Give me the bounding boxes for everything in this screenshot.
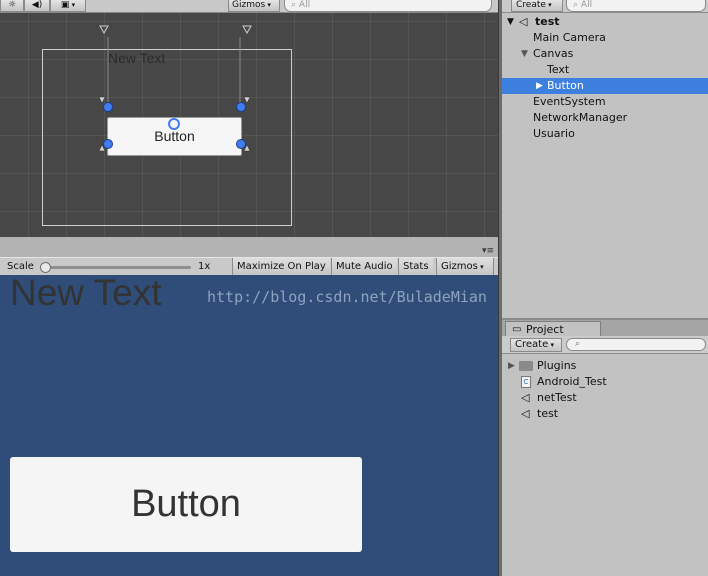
resize-handle-top-right[interactable]: [236, 102, 246, 112]
hierarchy-scene-name: test: [535, 15, 560, 28]
project-item-test[interactable]: ◁ test: [502, 406, 708, 422]
rect-transform-handles: [98, 96, 251, 152]
game-canvas-text: New Text: [10, 275, 162, 313]
project-item-label: Plugins: [537, 359, 577, 372]
hierarchy-create-label: Create: [516, 0, 546, 10]
project-item-nettest[interactable]: ◁ netTest: [502, 390, 708, 406]
search-icon: ⌕: [573, 0, 579, 10]
stats-label: Stats: [403, 261, 429, 272]
expand-arrow-icon[interactable]: ▼: [507, 14, 514, 30]
project-item-android-test[interactable]: C Android_Test: [502, 374, 708, 390]
unity-scene-icon: ◁: [521, 407, 530, 420]
resize-handle-bottom-left[interactable]: [103, 139, 113, 149]
speaker-icon: ◀): [31, 0, 43, 10]
project-tab-label: Project: [526, 323, 564, 336]
hierarchy-search-placeholder: All: [580, 0, 593, 10]
scene-audio-toggle[interactable]: ◀): [24, 0, 50, 12]
project-create-label: Create: [515, 339, 549, 350]
hierarchy-item-label: EventSystem: [533, 95, 606, 108]
sun-icon: ☼: [7, 0, 17, 10]
mute-audio-label: Mute Audio: [336, 261, 393, 272]
scale-slider-thumb[interactable]: [40, 262, 51, 273]
maximize-on-play-toggle[interactable]: Maximize On Play: [232, 258, 330, 275]
project-create-dropdown[interactable]: Create ▾: [510, 338, 562, 352]
game-button[interactable]: Button: [10, 457, 362, 552]
hierarchy-item-label: NetworkManager: [533, 111, 628, 124]
search-icon: ⌕: [575, 339, 581, 349]
hierarchy-panel: Create ▾ ⌕ All ▼ ◁ test Main Camera ▼ Ca…: [502, 0, 708, 318]
expand-arrow-icon[interactable]: ▶: [508, 358, 515, 374]
hierarchy-item-label: Usuario: [533, 127, 575, 140]
chevron-down-icon: ▾: [545, 1, 552, 9]
hierarchy-item-label: Main Camera: [533, 31, 606, 44]
tab-project[interactable]: ▭ Project: [505, 321, 601, 337]
resize-handle-top-left[interactable]: [103, 102, 113, 112]
chevron-down-icon: ▾: [477, 263, 484, 271]
project-search-input[interactable]: ⌕: [566, 338, 706, 351]
hierarchy-search-input[interactable]: ⌕ All: [566, 0, 706, 12]
hierarchy-item-label: Text: [547, 63, 570, 76]
game-toolbar: Scale 1x Maximize On Play Mute Audio Sta…: [0, 257, 498, 276]
project-item-plugins[interactable]: ▶ Plugins: [502, 358, 708, 374]
maximize-on-play-label: Maximize On Play: [237, 261, 326, 272]
scale-slider-track[interactable]: [41, 266, 191, 269]
scene-search-placeholder: All: [298, 0, 311, 10]
project-item-label: Android_Test: [537, 375, 607, 388]
project-item-label: test: [537, 407, 559, 420]
hierarchy-scene-row[interactable]: ▼ ◁ test: [502, 14, 708, 30]
search-icon: ⌕: [291, 0, 297, 10]
project-toolbar: Create ▾ ⌕: [502, 336, 708, 354]
scene-lighting-toggle[interactable]: ☼: [0, 0, 24, 12]
scene-toolbar: ☼ ◀) ▣ ▾ Gizmos ▾ ⌕ All: [0, 0, 498, 13]
hierarchy-item-text[interactable]: Text: [502, 62, 708, 78]
hierarchy-item-canvas[interactable]: ▼ Canvas: [502, 46, 708, 62]
chevron-down-icon: ▾: [548, 341, 554, 349]
scene-gizmos-dropdown[interactable]: Gizmos ▾: [228, 0, 280, 12]
game-view[interactable]: New Text http://blog.csdn.net/BuladeMian…: [0, 275, 498, 576]
stats-toggle[interactable]: Stats: [398, 258, 433, 275]
chevron-down-icon: ▾: [265, 1, 271, 9]
hierarchy-item-label: Canvas: [533, 47, 574, 60]
scene-gizmos-label: Gizmos: [232, 0, 266, 10]
hierarchy-item-networkmanager[interactable]: NetworkManager: [502, 110, 708, 126]
project-item-label: netTest: [537, 391, 577, 404]
hierarchy-item-eventsystem[interactable]: EventSystem: [502, 94, 708, 110]
hierarchy-toolbar: Create ▾ ⌕ All: [502, 0, 708, 13]
hierarchy-item-button[interactable]: ▶ Button: [502, 78, 708, 94]
hierarchy-item-usuario[interactable]: Usuario: [502, 126, 708, 142]
hierarchy-create-dropdown[interactable]: Create ▾: [511, 0, 563, 12]
game-button-label: Button: [131, 483, 241, 525]
game-gizmos-label: Gizmos: [441, 261, 478, 272]
scene-view[interactable]: New Text Button: [0, 13, 498, 237]
panel-menu-icon[interactable]: ▾≡: [482, 246, 494, 256]
scene-search-input[interactable]: ⌕ All: [284, 0, 492, 12]
collapse-arrow-icon[interactable]: ▶: [536, 78, 543, 94]
watermark-text: http://blog.csdn.net/BuladeMian: [207, 288, 487, 306]
csharp-script-icon: C: [521, 376, 531, 388]
resize-handle-bottom-right[interactable]: [236, 139, 246, 149]
folder-icon: ▭: [512, 324, 522, 335]
chevron-down-icon: ▾: [69, 1, 76, 9]
project-tab-bar: ▭ Project: [502, 320, 708, 337]
unity-scene-icon: ◁: [519, 15, 528, 28]
unity-scene-icon: ◁: [521, 391, 530, 404]
panel-divider: ▾≡: [0, 237, 498, 257]
scale-label: Scale: [7, 261, 34, 272]
hierarchy-item-label: Button: [547, 79, 584, 92]
game-gizmos-dropdown[interactable]: Gizmos ▾: [436, 258, 494, 275]
expand-arrow-icon[interactable]: ▼: [521, 46, 528, 62]
hierarchy-item-main-camera[interactable]: Main Camera: [502, 30, 708, 46]
folder-icon: [519, 361, 533, 371]
project-panel: ▭ Project Create ▾ ⌕ ▶ Plugins C Android…: [502, 320, 708, 576]
scale-value: 1x: [198, 261, 211, 272]
mute-audio-toggle[interactable]: Mute Audio: [331, 258, 397, 275]
scene-effects-dropdown[interactable]: ▣ ▾: [50, 0, 86, 12]
pivot-icon: [168, 118, 180, 130]
